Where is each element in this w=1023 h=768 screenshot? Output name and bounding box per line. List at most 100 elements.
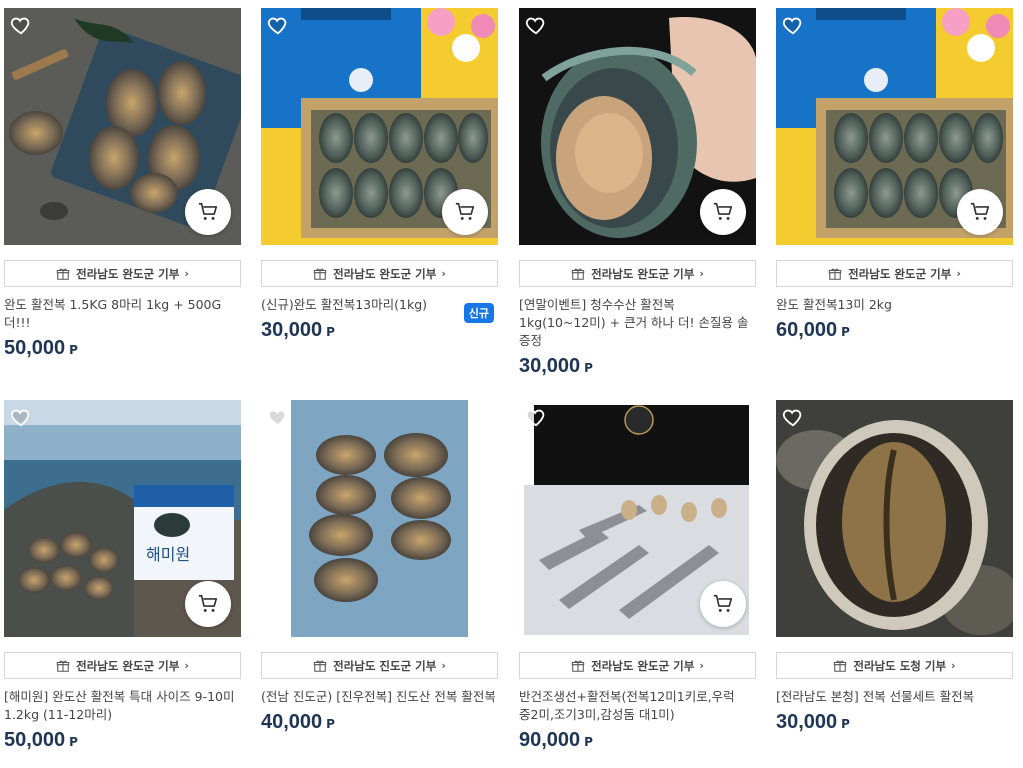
chevron-right-icon: › xyxy=(699,659,704,672)
donation-region-button[interactable]: 전라남도 완도군 기부 › xyxy=(519,260,756,287)
product-image[interactable]: 해미원 xyxy=(4,400,241,637)
gift-icon xyxy=(56,267,70,281)
chevron-right-icon: › xyxy=(956,267,961,280)
heart-icon[interactable] xyxy=(267,406,289,428)
donation-region-button[interactable]: 전라남도 완도군 기부 › xyxy=(261,260,498,287)
product-price: 50,000 xyxy=(4,337,66,359)
new-badge: 신규 xyxy=(463,303,494,323)
chevron-right-icon: › xyxy=(441,267,446,280)
price-row: 30,000 P xyxy=(776,711,1013,737)
cart-button[interactable] xyxy=(700,581,746,627)
gift-icon xyxy=(828,267,842,281)
cart-button[interactable] xyxy=(957,189,1003,235)
product-card[interactable]: 전라남도 진도군 기부 › (전남 진도군) [진우전복] 진도산 전복 활전복… xyxy=(261,400,498,737)
chevron-right-icon: › xyxy=(184,267,189,280)
price-unit: P xyxy=(69,735,78,749)
gift-icon xyxy=(833,659,847,673)
chevron-right-icon: › xyxy=(951,659,956,672)
product-price: 40,000 xyxy=(261,711,323,733)
price-row: 50,000 P xyxy=(4,337,241,363)
product-price: 90,000 xyxy=(519,729,581,751)
product-price: 30,000 xyxy=(261,319,323,341)
product-card[interactable]: 전라남도 도청 기부 › [전라남도 본청] 전복 선물세트 활전복 30,00… xyxy=(776,400,1013,737)
product-image[interactable] xyxy=(776,400,1013,637)
heart-icon[interactable] xyxy=(782,14,804,36)
product-image[interactable] xyxy=(4,8,241,245)
product-card[interactable]: 전라남도 완도군 기부 › 완도 활전복 1.5KG 8마리 1kg + 500… xyxy=(4,8,241,363)
product-name[interactable]: [전라남도 본청] 전복 선물세트 활전복 xyxy=(776,688,1013,706)
gift-icon xyxy=(56,659,70,673)
price-unit: P xyxy=(326,325,335,339)
product-price: 60,000 xyxy=(776,319,838,341)
donation-region-button[interactable]: 전라남도 도청 기부 › xyxy=(776,652,1013,679)
product-image[interactable] xyxy=(776,8,1013,245)
product-name[interactable]: [연말이벤트] 청수수산 활전복 1kg(10~12미) + 큰거 하나 더! … xyxy=(519,296,756,350)
price-row: 30,000 P xyxy=(519,355,756,381)
cart-icon xyxy=(969,201,991,223)
donation-label: 전라남도 완도군 기부 xyxy=(76,658,180,673)
heart-icon[interactable] xyxy=(525,14,547,36)
product-name[interactable]: 반건조생선+활전복(전복12미1키로,우럭 중2미,조기3미,감성돔 대1미) xyxy=(519,688,756,724)
product-image[interactable] xyxy=(261,8,498,245)
product-name[interactable]: 완도 활전복 1.5KG 8마리 1kg + 500G 더!!! xyxy=(4,296,241,332)
cart-icon xyxy=(712,201,734,223)
product-name[interactable]: 완도 활전복13미 2kg xyxy=(776,296,1013,314)
cart-button[interactable] xyxy=(185,189,231,235)
product-name[interactable]: (신규)완도 활전복13마리(1kg) xyxy=(261,296,498,314)
price-row: 90,000 P xyxy=(519,729,756,755)
heart-icon[interactable] xyxy=(267,14,289,36)
donation-label: 전라남도 진도군 기부 xyxy=(333,658,437,673)
price-row: 40,000 P xyxy=(261,711,498,737)
gift-icon xyxy=(313,267,327,281)
cart-icon xyxy=(197,593,219,615)
price-unit: P xyxy=(841,717,850,731)
donation-label: 전라남도 완도군 기부 xyxy=(76,266,180,281)
product-image[interactable] xyxy=(519,8,756,245)
heart-icon[interactable] xyxy=(782,406,804,428)
donation-region-button[interactable]: 전라남도 완도군 기부 › xyxy=(776,260,1013,287)
price-unit: P xyxy=(69,343,78,357)
chevron-right-icon: › xyxy=(699,267,704,280)
product-name[interactable]: [해미원] 완도산 활전복 특대 사이즈 9-10미 1.2kg (11-12마… xyxy=(4,688,241,724)
donation-label: 전라남도 완도군 기부 xyxy=(333,266,437,281)
price-unit: P xyxy=(841,325,850,339)
product-card[interactable]: 전라남도 완도군 기부 › 반건조생선+활전복(전복12미1키로,우럭 중2미,… xyxy=(519,400,756,755)
price-row: 50,000 P xyxy=(4,729,241,755)
product-card[interactable]: 전라남도 완도군 기부 › (신규)완도 활전복13마리(1kg) 30,000… xyxy=(261,8,498,345)
gift-icon xyxy=(571,267,585,281)
heart-icon[interactable] xyxy=(10,406,32,428)
cart-icon xyxy=(712,593,734,615)
donation-region-button[interactable]: 전라남도 완도군 기부 › xyxy=(4,260,241,287)
donation-label: 전라남도 완도군 기부 xyxy=(591,658,695,673)
svg-text:해미원: 해미원 xyxy=(146,545,190,564)
donation-label: 전라남도 도청 기부 xyxy=(853,658,947,673)
donation-label: 전라남도 완도군 기부 xyxy=(848,266,952,281)
product-image[interactable] xyxy=(519,400,756,637)
chevron-right-icon: › xyxy=(184,659,189,672)
cart-button[interactable] xyxy=(442,189,488,235)
donation-region-button[interactable]: 전라남도 완도군 기부 › xyxy=(519,652,756,679)
product-name[interactable]: (전남 진도군) [진우전복] 진도산 전복 활전복 xyxy=(261,688,498,706)
price-row: 60,000 P xyxy=(776,319,1013,345)
price-unit: P xyxy=(584,361,593,375)
product-price: 50,000 xyxy=(4,729,66,751)
product-card[interactable]: 전라남도 완도군 기부 › 완도 활전복13미 2kg 60,000 P xyxy=(776,8,1013,345)
donation-region-button[interactable]: 전라남도 진도군 기부 › xyxy=(261,652,498,679)
heart-icon[interactable] xyxy=(525,406,547,428)
product-card[interactable]: 해미원 전라남도 완도군 기부 › [해미원] 완도산 활전복 특대 사이즈 9… xyxy=(4,400,241,755)
gift-icon xyxy=(571,659,585,673)
product-card[interactable]: 전라남도 완도군 기부 › [연말이벤트] 청수수산 활전복 1kg(10~12… xyxy=(519,8,756,381)
chevron-right-icon: › xyxy=(441,659,446,672)
heart-icon[interactable] xyxy=(10,14,32,36)
cart-button[interactable] xyxy=(700,189,746,235)
donation-label: 전라남도 완도군 기부 xyxy=(591,266,695,281)
gift-icon xyxy=(313,659,327,673)
donation-region-button[interactable]: 전라남도 완도군 기부 › xyxy=(4,652,241,679)
cart-button[interactable] xyxy=(185,581,231,627)
product-price: 30,000 xyxy=(519,355,581,377)
product-image[interactable] xyxy=(261,400,498,637)
cart-icon xyxy=(197,201,219,223)
cart-icon xyxy=(454,201,476,223)
price-unit: P xyxy=(584,735,593,749)
price-unit: P xyxy=(326,717,335,731)
